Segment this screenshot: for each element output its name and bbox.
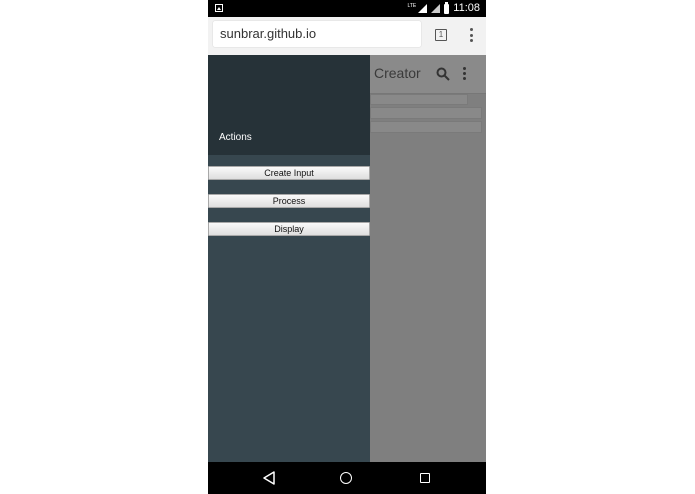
- signal-icon: [418, 4, 428, 13]
- display-button[interactable]: Display: [208, 222, 370, 236]
- drawer-header: Actions: [208, 55, 370, 155]
- page-field[interactable]: [370, 94, 468, 105]
- phone-screen: LTE 11:08 sunbrar.github.io 1 Creator Ac…: [208, 0, 486, 494]
- overflow-menu-icon[interactable]: [462, 67, 466, 80]
- app-title: Creator: [374, 65, 421, 81]
- process-button[interactable]: Process: [208, 194, 370, 208]
- page-field[interactable]: [370, 121, 482, 133]
- lte-icon: LTE: [407, 2, 417, 9]
- tab-switcher-icon[interactable]: 1: [435, 29, 447, 41]
- page-field[interactable]: [370, 107, 482, 119]
- status-bar: LTE 11:08: [208, 0, 486, 17]
- wifi-signal-icon: [431, 4, 441, 13]
- status-icons: LTE 11:08: [407, 1, 480, 16]
- create-input-button[interactable]: Create Input: [208, 166, 370, 180]
- android-nav-bar: [208, 462, 486, 494]
- recents-icon[interactable]: [420, 473, 430, 483]
- more-vert-icon[interactable]: [469, 28, 473, 42]
- image-notification-icon: [215, 4, 223, 12]
- back-icon[interactable]: [263, 471, 275, 485]
- home-icon[interactable]: [340, 472, 352, 484]
- drawer-title: Actions: [219, 132, 252, 143]
- navigation-drawer: Actions Create Input Process Display: [208, 55, 370, 462]
- browser-toolbar: sunbrar.github.io 1: [208, 17, 486, 55]
- search-icon[interactable]: [436, 67, 450, 81]
- url-bar[interactable]: sunbrar.github.io: [213, 21, 421, 47]
- status-time: 11:08: [453, 2, 480, 14]
- battery-icon: [444, 1, 450, 14]
